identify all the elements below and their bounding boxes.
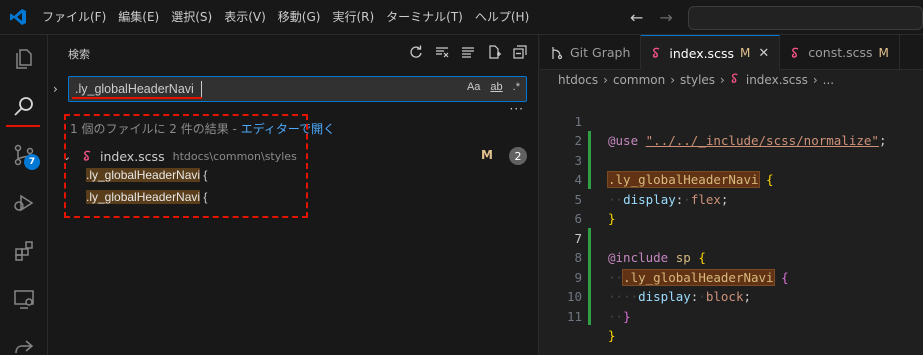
breadcrumb-item[interactable]: htdocs xyxy=(558,73,598,87)
clear-results-icon[interactable] xyxy=(432,42,452,62)
menu-help[interactable]: ヘルプ(H) xyxy=(469,0,535,35)
match-case-toggle[interactable]: Aa xyxy=(465,81,482,93)
view-as-tree-icon[interactable] xyxy=(458,42,478,62)
tab-modified-indicator: M xyxy=(739,46,751,60)
line-number: 11 xyxy=(566,308,582,324)
tab-label: index.scss xyxy=(669,45,734,61)
code-line: 2 xyxy=(540,112,923,148)
code-line: 3 .ly_globalHeaderNavi { xyxy=(540,131,923,188)
tab-modified-indicator: M xyxy=(878,45,889,60)
breadcrumb-item[interactable]: ... xyxy=(823,73,834,87)
code-editor[interactable]: 1 @use "../../_include/scss/normalize"; … xyxy=(540,92,923,344)
code-line: 11 } xyxy=(540,287,923,344)
sidebar-title: 検索 xyxy=(68,48,90,61)
tab-label: Git Graph xyxy=(570,45,631,60)
tab-const-scss[interactable]: const.scss M xyxy=(780,35,900,70)
match-count-badge: 2 xyxy=(509,147,527,165)
editor-tabs: Git Graph index.scss M ✕ const.scss M xyxy=(540,35,923,70)
breadcrumb-item[interactable]: common xyxy=(613,73,665,87)
menu-view[interactable]: 表示(V) xyxy=(218,0,272,35)
sass-file-icon xyxy=(790,47,802,59)
code-line: 5 } xyxy=(540,170,923,227)
back-arrow-icon[interactable]: ← xyxy=(630,8,643,27)
forward-arrow-icon[interactable]: → xyxy=(659,8,672,27)
run-debug-icon[interactable] xyxy=(0,179,48,227)
menu-edit[interactable]: 編集(E) xyxy=(112,0,165,35)
menu-go[interactable]: 移動(G) xyxy=(272,0,327,35)
match-whole-word-toggle[interactable]: ab xyxy=(488,81,504,93)
remote-explorer-icon[interactable] xyxy=(0,275,48,323)
breadcrumb-item[interactable]: index.scss xyxy=(746,73,808,87)
git-graph-icon xyxy=(550,46,564,60)
chevron-right-icon: › xyxy=(812,73,818,87)
use-regex-toggle[interactable]: .* xyxy=(511,81,522,93)
code-line: 10 ··} xyxy=(540,268,923,324)
code-line: 1 @use "../../_include/scss/normalize"; xyxy=(540,92,923,149)
vscode-logo-icon xyxy=(0,0,36,35)
more-options-icon[interactable]: ··· xyxy=(510,102,524,116)
code-line: 4 ··display:·flex; xyxy=(540,151,923,207)
file-modified-badge: M xyxy=(481,148,493,162)
chevron-right-icon: › xyxy=(670,73,676,87)
sass-file-icon xyxy=(730,73,741,87)
breadcrumb: htdocs › common › styles › index.scss › … xyxy=(558,73,834,87)
tab-index-scss[interactable]: index.scss M ✕ xyxy=(641,35,781,70)
sidebar-actions xyxy=(406,42,530,62)
chevron-right-icon: › xyxy=(720,73,725,87)
navigation-arrows: ← → xyxy=(630,0,673,35)
code-line: 6 xyxy=(540,190,923,226)
menu-selection[interactable]: 選択(S) xyxy=(165,0,218,35)
title-bar: ファイル(F) 編集(E) 選択(S) 表示(V) 移動(G) 実行(R) ター… xyxy=(0,0,923,35)
search-input-value: .ly_globalHeaderNavi xyxy=(75,82,194,96)
code-line: 8 ··.ly_globalHeaderNavi { xyxy=(540,229,923,286)
live-share-icon[interactable] xyxy=(0,323,48,355)
toggle-replace-chevron-icon[interactable]: › xyxy=(53,82,58,96)
text-cursor xyxy=(201,81,202,97)
source-control-icon[interactable]: 7 xyxy=(0,131,48,179)
search-options: Aa ab .* xyxy=(465,81,522,93)
tab-label: const.scss xyxy=(808,45,873,60)
annotation-dashed-box xyxy=(64,114,308,218)
refresh-icon[interactable] xyxy=(406,42,426,62)
source-control-badge: 7 xyxy=(24,154,40,170)
collapse-all-icon[interactable] xyxy=(510,42,530,62)
code-line: 7 @include sp { xyxy=(540,209,923,266)
menu-bar: ファイル(F) 編集(E) 選択(S) 表示(V) 移動(G) 実行(R) ター… xyxy=(36,0,535,35)
chevron-right-icon: › xyxy=(603,73,608,87)
command-center-input[interactable] xyxy=(688,6,923,30)
explorer-icon[interactable] xyxy=(0,35,48,83)
sass-file-icon xyxy=(651,47,663,59)
activity-bar: 7 xyxy=(0,35,48,355)
menu-terminal[interactable]: ターミナル(T) xyxy=(380,0,469,35)
menu-run[interactable]: 実行(R) xyxy=(326,0,380,35)
menu-file[interactable]: ファイル(F) xyxy=(36,0,112,35)
search-icon[interactable] xyxy=(0,83,48,131)
editor-area: Git Graph index.scss M ✕ const.scss M ht… xyxy=(540,35,923,355)
close-icon[interactable]: ✕ xyxy=(758,46,769,61)
code-line: 9 ····display:·block; xyxy=(540,248,923,305)
extensions-icon[interactable] xyxy=(0,227,48,275)
tab-git-graph[interactable]: Git Graph xyxy=(540,35,642,70)
new-search-editor-icon[interactable] xyxy=(484,42,504,62)
breadcrumb-item[interactable]: styles xyxy=(680,73,715,87)
annotation-underline xyxy=(72,97,202,99)
